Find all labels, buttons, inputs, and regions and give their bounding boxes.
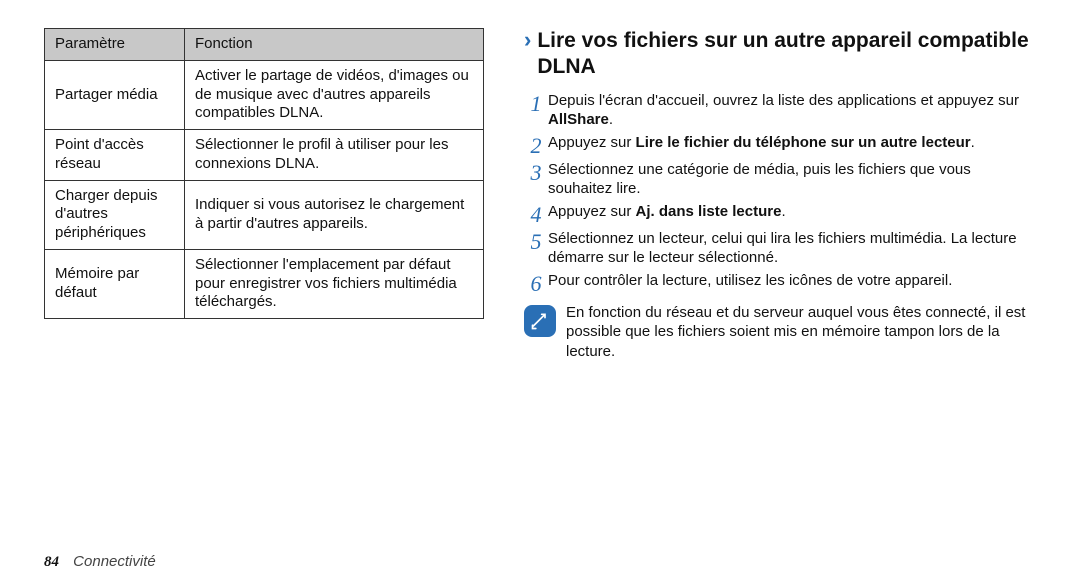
table-row: Point d'accès réseau Sélectionner le pro…: [45, 130, 484, 181]
step-item: 6 Pour contrôler la lecture, utilisez le…: [524, 271, 1034, 295]
step-text: Appuyez sur Aj. dans liste lecture.: [548, 202, 1034, 226]
table-cell-param: Point d'accès réseau: [45, 130, 185, 181]
table-cell-func: Sélectionner le profil à utiliser pour l…: [185, 130, 484, 181]
page-number: 84: [44, 554, 59, 570]
step-item: 2 Appuyez sur Lire le fichier du télépho…: [524, 133, 1034, 157]
step-text: Sélectionnez une catégorie de média, pui…: [548, 160, 1034, 199]
note-icon: [524, 305, 556, 337]
step-number: 2: [524, 133, 548, 157]
table-header-func: Fonction: [185, 29, 484, 61]
note-text: En fonction du réseau et du serveur auqu…: [566, 303, 1034, 362]
step-text: Sélectionnez un lecteur, celui qui lira …: [548, 229, 1034, 268]
table-row: Mémoire par défaut Sélectionner l'emplac…: [45, 249, 484, 318]
heading-text: Lire vos fichiers sur un autre appareil …: [537, 28, 1034, 81]
note: En fonction du réseau et du serveur auqu…: [524, 303, 1034, 362]
step-number: 3: [524, 160, 548, 199]
table-header-param: Paramètre: [45, 29, 185, 61]
step-text: Appuyez sur Lire le fichier du téléphone…: [548, 133, 1034, 157]
step-number: 6: [524, 271, 548, 295]
step-item: 4 Appuyez sur Aj. dans liste lecture.: [524, 202, 1034, 226]
settings-table: Paramètre Fonction Partager média Active…: [44, 28, 484, 319]
step-item: 5 Sélectionnez un lecteur, celui qui lir…: [524, 229, 1034, 268]
table-cell-param: Charger depuis d'autres périphériques: [45, 180, 185, 249]
steps-list: 1 Depuis l'écran d'accueil, ouvrez la li…: [524, 91, 1034, 295]
step-text: Pour contrôler la lecture, utilisez les …: [548, 271, 1034, 295]
step-text: Depuis l'écran d'accueil, ouvrez la list…: [548, 91, 1034, 130]
step-number: 4: [524, 202, 548, 226]
page-footer: 84 Connectivité: [44, 553, 156, 572]
chevron-icon: ›: [524, 28, 531, 81]
table-cell-func: Activer le partage de vidéos, d'images o…: [185, 60, 484, 129]
table-cell-func: Sélectionner l'emplacement par défaut po…: [185, 249, 484, 318]
section-label: Connectivité: [73, 553, 156, 570]
table-cell-param: Partager média: [45, 60, 185, 129]
step-number: 5: [524, 229, 548, 268]
table-cell-func: Indiquer si vous autorisez le chargement…: [185, 180, 484, 249]
step-number: 1: [524, 91, 548, 130]
table-cell-param: Mémoire par défaut: [45, 249, 185, 318]
step-item: 3 Sélectionnez une catégorie de média, p…: [524, 160, 1034, 199]
section-heading: › Lire vos fichiers sur un autre apparei…: [524, 28, 1034, 81]
table-row: Charger depuis d'autres périphériques In…: [45, 180, 484, 249]
step-item: 1 Depuis l'écran d'accueil, ouvrez la li…: [524, 91, 1034, 130]
table-row: Partager média Activer le partage de vid…: [45, 60, 484, 129]
